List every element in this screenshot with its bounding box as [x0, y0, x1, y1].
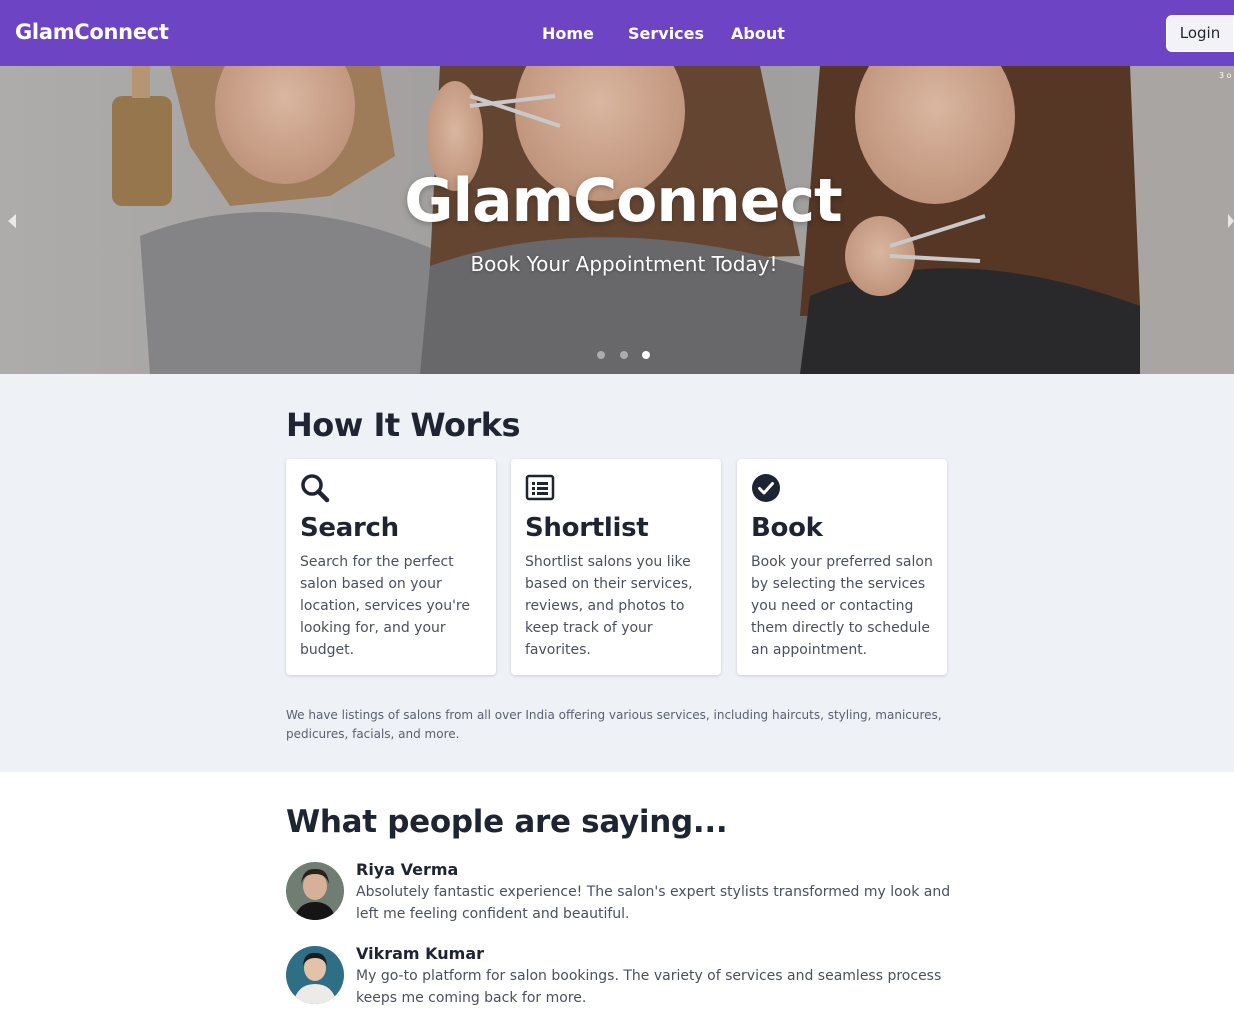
carousel-dot-3[interactable] — [642, 351, 650, 359]
nav-link-about[interactable]: About — [731, 24, 785, 43]
carousel-next-arrow-icon[interactable] — [1228, 214, 1234, 228]
card-search: Search Search for the perfect salon base… — [286, 459, 496, 675]
slide-counter: 3 o — [1219, 71, 1232, 80]
hero-subtitle: Book Your Appointment Today! — [470, 252, 778, 276]
login-button[interactable]: Login — [1166, 15, 1234, 52]
card-text: Shortlist salons you like based on their… — [525, 554, 693, 658]
card-title: Shortlist — [525, 513, 649, 543]
how-it-works-title: How It Works — [286, 406, 521, 444]
hero-carousel: 3 o GlamConnect Book Your Appointment To… — [0, 66, 1234, 374]
nav-link-home[interactable]: Home — [542, 24, 594, 43]
check-circle-icon — [752, 474, 780, 502]
card-title: Search — [300, 513, 399, 543]
testimonial-item: Riya Verma Absolutely fantastic experien… — [286, 860, 966, 926]
carousel-prev-arrow-icon[interactable] — [8, 214, 16, 228]
card-shortlist: Shortlist Shortlist salons you like base… — [511, 459, 721, 675]
nav-link-services[interactable]: Services — [628, 24, 704, 43]
card-book: Book Book your preferred salon by select… — [737, 459, 947, 675]
listings-note: We have listings of salons from all over… — [286, 708, 942, 741]
navbar: GlamConnect Home Services About Login — [0, 0, 1234, 66]
list-icon — [525, 474, 555, 501]
avatar — [286, 862, 344, 920]
testimonial-text: My go-to platform for salon bookings. Th… — [356, 968, 942, 1006]
hero-title: GlamConnect — [404, 166, 842, 236]
search-icon — [301, 474, 330, 503]
testimonials-title: What people are saying... — [286, 804, 728, 840]
avatar — [286, 946, 344, 1004]
carousel-dot-2[interactable] — [620, 351, 628, 359]
brand-logo[interactable]: GlamConnect — [15, 20, 169, 44]
testimonial-name: Riya Verma — [356, 860, 459, 879]
card-title: Book — [751, 513, 823, 543]
testimonial-item: Vikram Kumar My go-to platform for salon… — [286, 944, 966, 1010]
card-text: Search for the perfect salon based on yo… — [300, 554, 470, 658]
carousel-dot-1[interactable] — [597, 351, 605, 359]
testimonial-text: Absolutely fantastic experience! The sal… — [356, 884, 951, 922]
card-text: Book your preferred salon by selecting t… — [751, 554, 933, 658]
how-it-works-section: How It Works Search Search for the perfe… — [0, 374, 1234, 772]
testimonial-name: Vikram Kumar — [356, 944, 485, 963]
